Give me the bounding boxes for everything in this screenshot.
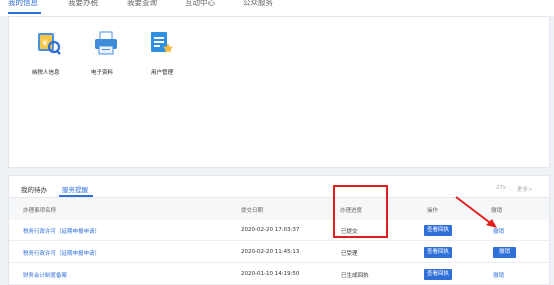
svg-text:¥: ¥ xyxy=(42,39,48,49)
tab-query[interactable]: 我要查询 xyxy=(127,0,157,8)
tab-service-reminder[interactable]: 服务提醒 xyxy=(62,184,88,194)
view-receipt-button[interactable]: 查看回执 xyxy=(424,247,453,258)
row-item-name[interactable]: 税务行政许可（延期申报申请） xyxy=(23,227,100,235)
annotation-arrow-icon xyxy=(455,196,497,228)
col-submit-date: 提交日期 xyxy=(241,208,264,214)
revoke-link[interactable]: 撤销 xyxy=(493,271,504,279)
app-label-e-documents: 电子资料 xyxy=(91,70,114,76)
tax-info-icon: ¥ xyxy=(38,33,61,55)
row-status: 已受理 xyxy=(341,251,358,257)
row-submit-date: 2020-02-20 11:45:13 xyxy=(241,249,300,255)
tab-my-todo[interactable]: 我的待办 xyxy=(21,184,47,194)
row-submit-date: 2020-01-10 14:19:50 xyxy=(241,271,300,277)
user-manage-icon xyxy=(151,32,173,53)
row-item-name[interactable]: 税务行政许可（延期申报申请） xyxy=(23,249,100,257)
table-row: 财务会计制度备案 2020-01-10 14:19:50 已生成回执 查看回执 … xyxy=(9,264,549,285)
printer-icon xyxy=(95,31,117,55)
row-submit-date: 2020-02-20 17:03:37 xyxy=(241,227,300,233)
tab-interaction[interactable]: 互动中心 xyxy=(185,0,215,8)
col-item-name: 办理事项名称 xyxy=(23,208,57,214)
more-link[interactable]: 更多> xyxy=(517,185,533,193)
tab-tax-handling[interactable]: 我要办税 xyxy=(68,0,98,8)
app-label-user-management: 用户管理 xyxy=(151,70,174,76)
view-receipt-button[interactable]: 查看回执 xyxy=(424,269,453,280)
table-row: 税务行政许可（延期申报申请） 2020-02-20 11:45:13 已受理 查… xyxy=(9,242,549,263)
tab-my-info[interactable]: 我的信息 xyxy=(8,0,38,8)
row-item-name[interactable]: 财务会计制度备案 xyxy=(23,271,67,279)
active-tab-indicator xyxy=(8,12,41,14)
col-operation: 操作 xyxy=(427,208,439,214)
refresh-countdown: 27s xyxy=(496,185,506,191)
app-label-taxpayer-info: 纳税人信息 xyxy=(32,70,60,76)
revoke-button[interactable]: 撤销 xyxy=(493,247,517,258)
my-info-panel: ¥ 纳税人信息 电子资料 用户管理 xyxy=(8,16,550,168)
top-nav: 我的信息 我要办税 我要查询 互动中心 公众服务 xyxy=(0,0,554,16)
tab-public-service[interactable]: 公众服务 xyxy=(243,0,273,8)
row-status: 已生成回执 xyxy=(341,273,369,279)
highlight-box xyxy=(333,185,388,238)
